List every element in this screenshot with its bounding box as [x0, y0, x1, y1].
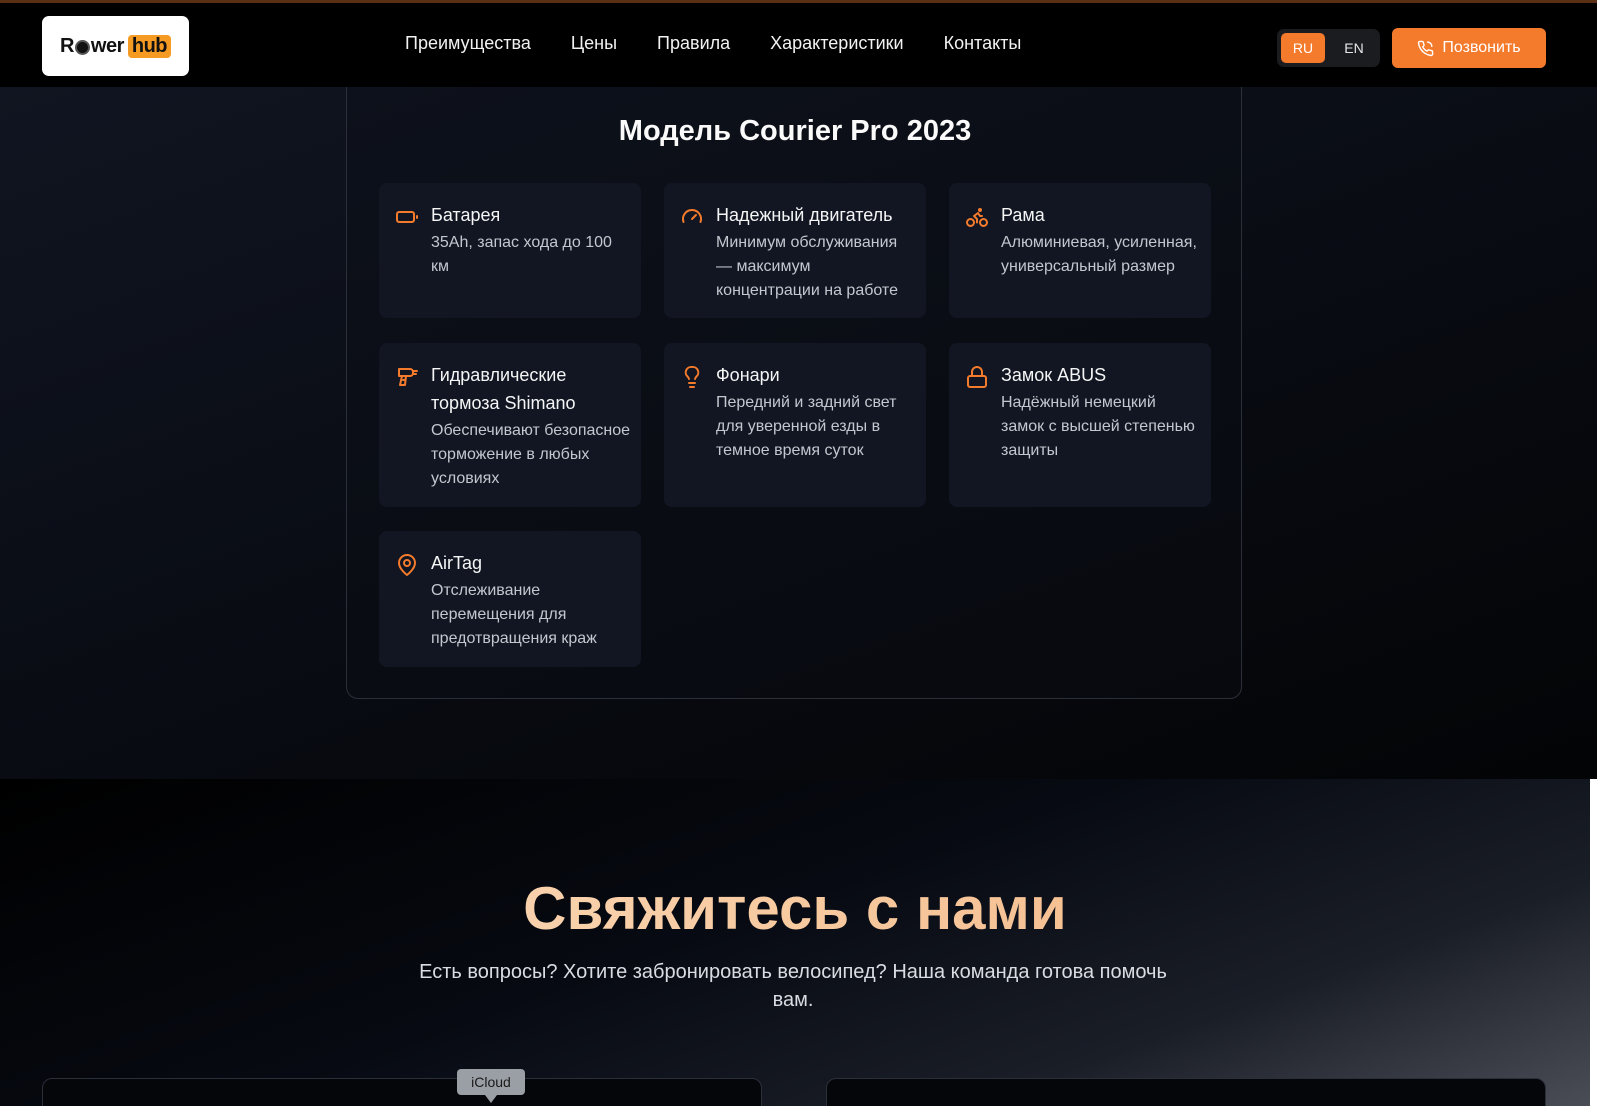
- feature-desc: Надёжный немецкий замок с высшей степень…: [1001, 394, 1195, 459]
- feature-card-motor: Надежный двигатель Минимум обслуживания …: [664, 183, 926, 318]
- feature-title: Гидравлические тормоза Shimano: [431, 365, 576, 413]
- feature-title: Батарея: [431, 205, 501, 225]
- logo[interactable]: Rwer hub: [42, 16, 189, 76]
- contact-title: Свяжитесь с нами: [0, 874, 1590, 943]
- page-edge: [1590, 779, 1597, 1106]
- feature-desc: Алюминиевая, усиленная, универсальный ра…: [1001, 234, 1197, 275]
- nav-link-specs[interactable]: Характеристики: [770, 33, 903, 54]
- map-pin-icon: [398, 554, 416, 576]
- feature-title: AirTag: [431, 553, 483, 573]
- bike-icon: [966, 208, 988, 227]
- nav-link-rules[interactable]: Правила: [657, 33, 730, 54]
- feature-card-lock: Замок ABUS Надёжный немецкий замок с выс…: [949, 343, 1211, 507]
- feature-desc: Передний и задний свет для уверенной езд…: [716, 394, 897, 459]
- call-button-label: Позвонить: [1442, 39, 1521, 56]
- top-navbar: Rwer hub Преимущества Цены Правила Характ…: [0, 0, 1597, 87]
- feature-card-lights: Фонари Передний и задний свет для уверен…: [664, 343, 926, 507]
- feature-card-airtag: AirTag Отслеживание перемещения для пред…: [379, 531, 641, 667]
- feature-card-brakes: Гидравлические тормоза Shimano Обеспечив…: [379, 343, 641, 507]
- call-button[interactable]: Позвонить: [1392, 28, 1546, 68]
- lang-ru-button[interactable]: RU: [1281, 33, 1325, 63]
- bulb-icon: [684, 365, 700, 388]
- nav-link-advantages[interactable]: Преимущества: [405, 33, 531, 54]
- feature-title: Рама: [1001, 205, 1045, 225]
- feature-card-battery: Батарея 35Ah, запас хода до 100 км: [379, 183, 641, 318]
- drill-icon: [398, 368, 418, 386]
- lock-icon: [967, 366, 987, 388]
- language-switcher: RU EN: [1277, 29, 1380, 67]
- model-title: Модель Courier Pro 2023: [618, 115, 972, 147]
- feature-card-frame: Рама Алюминиевая, усиленная, универсальн…: [949, 183, 1211, 318]
- logo-rest: wer: [90, 34, 124, 57]
- contact-card-right: [826, 1078, 1546, 1106]
- battery-icon: [396, 211, 418, 223]
- model-card: Модель Courier Pro 2023 Батарея 35Ah, за…: [346, 87, 1242, 699]
- feature-desc: Отслеживание перемещения для предотвраще…: [431, 582, 597, 647]
- feature-title: Надежный двигатель: [716, 205, 893, 225]
- specs-section: Модель Courier Pro 2023 Батарея 35Ah, за…: [0, 87, 1597, 779]
- feature-title: Замок ABUS: [1001, 365, 1107, 385]
- feature-desc: Минимум обслуживания — максимум концентр…: [716, 234, 898, 299]
- logo-o-icon: [74, 39, 90, 55]
- nav-link-prices[interactable]: Цены: [571, 33, 617, 54]
- speedometer-icon: [682, 209, 702, 223]
- logo-letter: R: [59, 34, 74, 57]
- logo-hub: hub: [127, 34, 172, 58]
- feature-desc: Обеспечивают безопасное торможение в люб…: [431, 422, 631, 487]
- lang-en-button[interactable]: EN: [1332, 33, 1376, 63]
- nav-link-contacts[interactable]: Контакты: [944, 33, 1022, 54]
- feature-desc: 35Ah, запас хода до 100 км: [431, 234, 612, 275]
- contact-subtitle: Есть вопросы? Хотите забронировать велос…: [419, 961, 1167, 1011]
- contact-card-left: [42, 1078, 762, 1106]
- logo-text: Rwer hub: [59, 34, 172, 58]
- feature-title: Фонари: [716, 365, 780, 385]
- phone-icon: [1418, 40, 1434, 56]
- icloud-tooltip: iCloud: [457, 1069, 525, 1103]
- main-nav: Преимущества Цены Правила Характеристики…: [405, 33, 1061, 54]
